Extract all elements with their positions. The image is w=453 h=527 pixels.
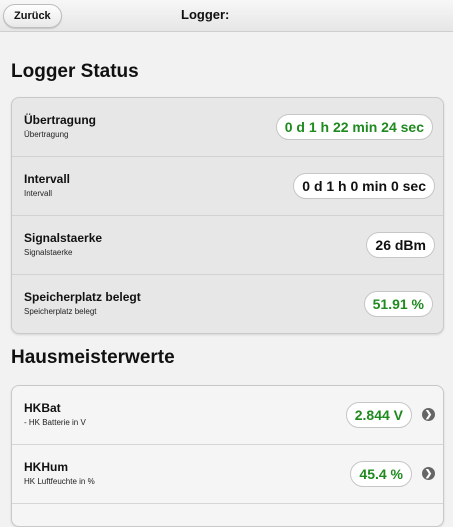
list-item-title: Intervall [24,172,71,186]
chevron-right-icon[interactable]: ❯ [422,467,435,480]
list-item-hkbat[interactable]: HKBat - HK Batterie in V 2.844 V ❯ [12,386,443,445]
logger-status-list: Übertragung Übertragung 0 d 1 h 22 min 2… [11,97,444,334]
list-item-uebertragung: Übertragung Übertragung 0 d 1 h 22 min 2… [12,98,443,157]
value-badge: 45.4 % [350,461,412,487]
list-item-subtitle: - HK Batterie in V [24,418,86,427]
chevron-right-icon[interactable]: ❯ [422,408,435,421]
hausmeister-list: HKBat - HK Batterie in V 2.844 V ❯ HKHum… [11,385,444,527]
list-item-subtitle: Übertragung [24,130,69,139]
list-item-subtitle: Speicherplatz belegt [24,307,97,316]
value-badge: 51.91 % [363,291,433,317]
back-button[interactable]: Zurück [3,4,62,28]
top-navigation-bar: Zurück Logger: [0,0,453,32]
list-item-subtitle: HK Luftfeuchte in % [24,477,95,486]
list-item-title: Übertragung [24,113,96,127]
value-badge: 26 dBm [366,232,435,258]
list-item-intervall: Intervall Intervall 0 d 1 h 0 min 0 sec [12,157,443,216]
list-item-title: Speicherplatz belegt [24,290,141,304]
page-title: Logger: [181,7,230,22]
value-badge: 0 d 1 h 22 min 24 sec [275,114,433,140]
section-title-logger-status: Logger Status [11,61,139,82]
list-item-speicherplatz: Speicherplatz belegt Speicherplatz beleg… [12,275,443,333]
value-badge: 2.844 V [345,402,412,428]
list-item-subtitle: Intervall [24,189,53,198]
list-item-signalstaerke: Signalstaerke Signalstaerke 26 dBm [12,216,443,275]
section-title-hausmeisterwerte: Hausmeisterwerte [11,347,175,368]
list-item-title: Signalstaerke [24,231,103,245]
value-badge: 0 d 1 h 0 min 0 sec [293,173,435,199]
list-item-hkhum[interactable]: HKHum HK Luftfeuchte in % 45.4 % ❯ [12,445,443,504]
list-item-title: HKBat [24,401,61,415]
list-item-title: HKHum [24,460,68,474]
list-item-subtitle: Signalstaerke [24,248,73,257]
